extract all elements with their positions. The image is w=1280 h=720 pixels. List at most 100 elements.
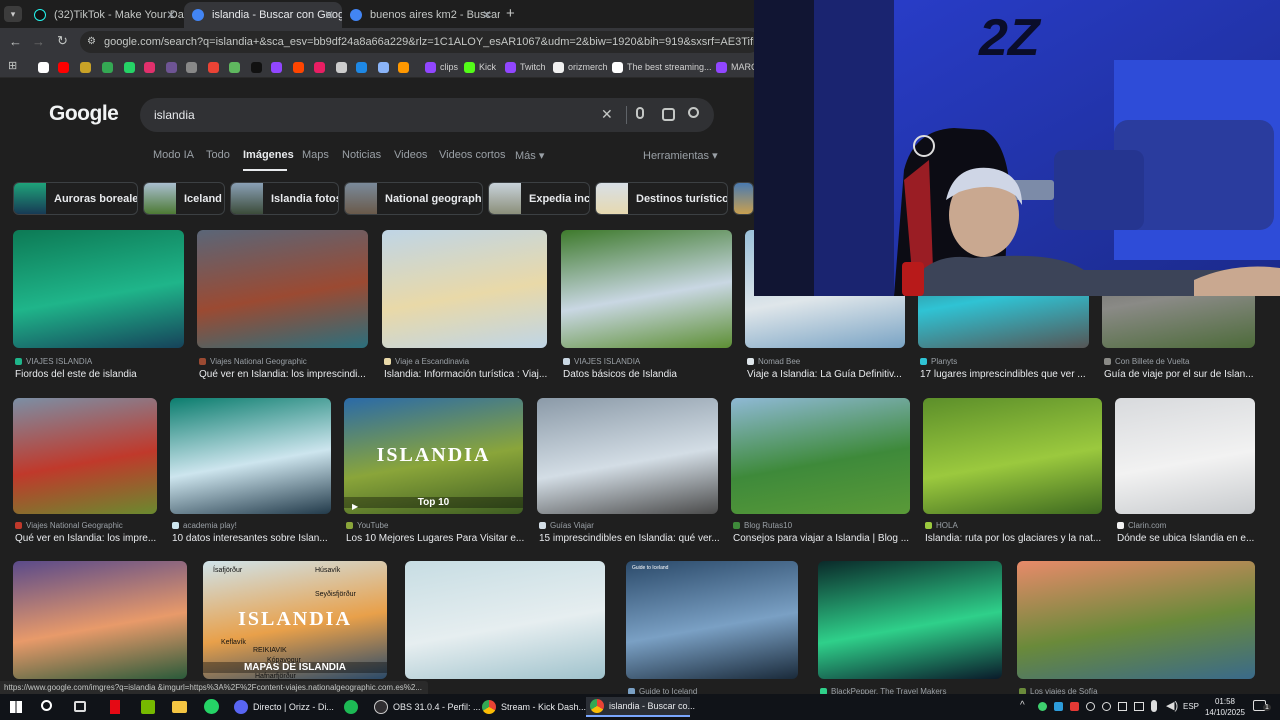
result-thumbnail[interactable]: ISLANDIA MAPAS DE ISLANDIA Ísafjörður Húsav… — [203, 561, 387, 679]
result-source[interactable]: Clarin.com — [1117, 521, 1166, 530]
url-field[interactable]: ⚙ google.com/search?q=islandia+&sca_esv=… — [80, 31, 760, 53]
bookmark-icon-7[interactable] — [186, 60, 201, 74]
bookmark-icon-1[interactable] — [58, 60, 73, 74]
result-thumbnail[interactable] — [818, 561, 1002, 679]
search-icon[interactable] — [688, 107, 699, 118]
tray-app-icon[interactable] — [1038, 702, 1047, 711]
result-source[interactable]: Viajes National Geographic — [15, 521, 123, 530]
result-thumbnail[interactable] — [13, 230, 184, 348]
search-input[interactable]: islandia — [154, 108, 195, 122]
result-thumbnail[interactable] — [923, 398, 1102, 514]
task-view-icon[interactable] — [74, 701, 86, 712]
result-thumbnail[interactable] — [405, 561, 605, 679]
result-source[interactable]: Viaje a Escandinavia — [384, 357, 469, 366]
result-thumbnail[interactable] — [731, 398, 910, 514]
image-result[interactable] — [13, 561, 187, 699]
result-thumbnail[interactable] — [1017, 561, 1255, 679]
bookmark-icon-0[interactable] — [38, 60, 53, 74]
result-title[interactable]: 15 imprescindibles en Islandia: qué ver.… — [539, 533, 728, 544]
taskbar-kick[interactable]: Stream - Kick Dash... — [482, 697, 586, 717]
mic-icon[interactable] — [1151, 700, 1157, 712]
bookmark-icon-2[interactable] — [80, 60, 95, 74]
image-result[interactable]: VIAJES ISLANDIA Datos básicos de Islandia — [561, 230, 732, 380]
netflix-icon[interactable] — [110, 700, 120, 714]
result-title[interactable]: Qué ver en Islandia: los impre... — [15, 533, 167, 544]
bookmark-twitch[interactable]: Twitch — [505, 60, 546, 74]
image-result[interactable]: BlackPepper, The Travel Makers — [818, 561, 1002, 699]
image-result[interactable]: ISLANDIA MAPAS DE ISLANDIA Ísafjörður Húsav… — [203, 561, 387, 699]
lens-icon[interactable] — [662, 108, 675, 121]
bookmark-the-best-streaming[interactable]: The best streaming... — [612, 60, 712, 74]
result-source[interactable]: HOLA — [925, 521, 958, 530]
result-source[interactable]: VIAJES ISLANDIA — [15, 357, 92, 366]
search-icon[interactable] — [41, 700, 52, 711]
bookmark-clips[interactable]: clips — [425, 60, 458, 74]
file-explorer-icon[interactable] — [172, 701, 187, 713]
bookmark-icon-17[interactable] — [398, 60, 413, 74]
bookmark-icon-12[interactable] — [293, 60, 308, 74]
result-title[interactable]: Los 10 Mejores Lugares Para Visitar e... — [346, 533, 533, 544]
result-thumbnail[interactable] — [1115, 398, 1255, 514]
close-tab-icon[interactable]: ✕ — [482, 8, 492, 22]
tab-maps[interactable]: Maps — [302, 149, 329, 161]
forward-icon[interactable]: → — [32, 34, 45, 49]
bookmark-icon-5[interactable] — [144, 60, 159, 74]
result-title[interactable]: Qué ver en Islandia: los imprescindi... — [199, 369, 378, 380]
result-source[interactable]: academia play! — [172, 521, 237, 530]
bookmark-orizmerch[interactable]: orizmerch — [553, 60, 608, 74]
tab-buenos-aires[interactable]: buenos aires km2 - Buscar con ✕ — [342, 2, 500, 28]
chip-expedia-inc[interactable]: Expedia inc — [488, 182, 590, 215]
image-result[interactable]: Guías Viajar 15 imprescindibles en Island… — [537, 398, 720, 544]
network-icon[interactable] — [1134, 702, 1144, 711]
image-result[interactable]: academia play! 10 datos interesantes sobr… — [170, 398, 331, 544]
bookmark-icon-11[interactable] — [271, 60, 286, 74]
result-thumbnail[interactable] — [13, 398, 157, 514]
result-title[interactable]: Datos básicos de Islandia — [563, 369, 742, 380]
language-indicator[interactable]: ESP — [1183, 702, 1199, 711]
volume-icon[interactable]: ◀) — [1166, 699, 1178, 712]
chip-more[interactable] — [733, 182, 754, 215]
result-title[interactable]: 17 lugares imprescindibles que ver ... — [920, 369, 1099, 380]
result-thumbnail[interactable] — [382, 230, 547, 348]
result-source[interactable]: Nomad Bee — [747, 357, 800, 366]
apps-grid-icon[interactable]: ⊞ — [8, 59, 17, 72]
result-source[interactable]: Viajes National Geographic — [199, 357, 307, 366]
result-title[interactable]: Dónde se ubica Islandia en e... — [1117, 533, 1265, 544]
voice-search-icon[interactable] — [636, 107, 644, 119]
image-result[interactable]: HOLA Islandia: ruta por los glaciares y l… — [923, 398, 1102, 544]
tab-mas[interactable]: Más ▾ — [515, 149, 544, 162]
clear-icon[interactable]: ✕ — [601, 106, 613, 123]
nvidia-icon[interactable] — [141, 700, 155, 714]
image-result[interactable]: Viajes National Geographic Qué ver en Isl… — [197, 230, 368, 380]
bookmark-icon-4[interactable] — [124, 60, 139, 74]
chip-destinos-turisticos[interactable]: Destinos turísticos — [595, 182, 728, 215]
chip-iceland[interactable]: Iceland — [143, 182, 225, 215]
result-title[interactable]: Fiordos del este de islandia — [15, 369, 194, 380]
image-result[interactable]: Blog Rutas10 Consejos para viajar a Islan… — [731, 398, 910, 544]
result-source[interactable]: Blog Rutas10 — [733, 521, 792, 530]
clock[interactable]: 01:58 14/10/2025 — [1200, 696, 1250, 718]
tab-modo-ia[interactable]: Modo IA — [153, 149, 194, 161]
image-result[interactable]: ISLANDIA Top 10 ▶ YouTube Los 10 Mejores Lug… — [344, 398, 524, 544]
bookmark-icon-9[interactable] — [229, 60, 244, 74]
image-result[interactable]: Los viajes de Sofía — [1017, 561, 1255, 699]
tray-app-icon[interactable] — [1086, 702, 1095, 711]
bookmark-icon-6[interactable] — [166, 60, 181, 74]
result-source[interactable]: YouTube — [346, 521, 388, 530]
tab-islandia[interactable]: islandia - Buscar con Google ✕ — [184, 2, 342, 28]
image-result[interactable] — [405, 561, 605, 699]
taskbar-discord[interactable]: Directo | Orizz - Di... — [234, 697, 334, 717]
tab-tiktok[interactable]: (32)TikTok - Make Your Day ✕ — [26, 2, 184, 28]
whatsapp-icon[interactable] — [204, 699, 219, 714]
tab-noticias[interactable]: Noticias — [342, 149, 381, 161]
tray-chevron-icon[interactable]: ^ — [1020, 700, 1025, 711]
tab-videos-cortos[interactable]: Videos cortos — [439, 149, 505, 161]
tools-button[interactable]: Herramientas ▾ — [643, 149, 718, 162]
taskbar-obs[interactable]: OBS 31.0.4 - Perfil: ... — [374, 697, 481, 717]
new-tab-button[interactable]: + — [506, 5, 515, 22]
result-title[interactable]: Islandia: ruta por los glaciares y la na… — [925, 533, 1112, 544]
image-result[interactable]: Guide to Iceland Guide to Iceland — [626, 561, 798, 699]
tray-app-icon[interactable] — [1054, 702, 1063, 711]
result-source[interactable]: Planyts — [920, 357, 957, 366]
bookmark-icon-14[interactable] — [336, 60, 351, 74]
